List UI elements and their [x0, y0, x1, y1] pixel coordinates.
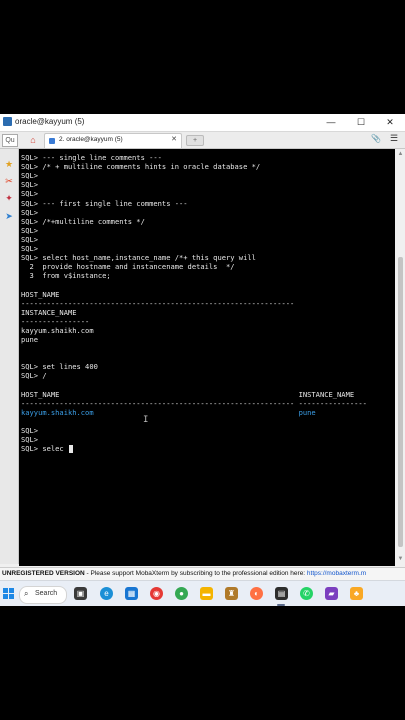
active-app-indicator [277, 604, 285, 606]
terminal-line: pune [21, 335, 39, 344]
quick-connect-input[interactable]: Qu [2, 134, 18, 147]
search-label: Search [35, 590, 58, 597]
terminal-line: SQL> --- single line comments --- [21, 153, 162, 162]
close-button[interactable]: ✕ [377, 115, 403, 130]
terminal-line: SQL> /*+multiline comments */ [21, 217, 145, 226]
chrome-icon[interactable]: ● [175, 587, 188, 600]
firefox-icon[interactable]: ◐ [250, 587, 263, 600]
terminal-line: SQL> [21, 208, 39, 217]
mouse-ibeam-icon: I [143, 415, 149, 425]
sftp-icon[interactable]: ➤ [4, 211, 14, 221]
store-icon[interactable]: ▦ [125, 587, 138, 600]
terminal-line: HOST_NAME INSTANCE_NAME [21, 390, 355, 399]
windows-start-icon[interactable] [3, 588, 15, 600]
mobaxterm-taskbar-icon[interactable]: ▤ [275, 587, 288, 600]
menu-icon[interactable]: ☰ [390, 133, 398, 144]
terminal-line: SQL> [21, 171, 39, 180]
terminal-line: SQL> [21, 226, 39, 235]
minimize-button[interactable]: — [318, 115, 344, 130]
terminal-line: SQL> [21, 244, 39, 253]
terminal-line: SQL> [21, 426, 39, 435]
terminal-area[interactable]: SQL> --- single line comments --- SQL> /… [19, 149, 395, 566]
terminal-line: SQL> /* + multiline comments hints in or… [21, 162, 261, 171]
status-message: UNREGISTERED VERSION - Please support Mo… [2, 569, 366, 579]
terminal-line: SQL> [21, 180, 39, 189]
terminal-line: kayyum.shaikh.com [21, 326, 94, 335]
mobaxterm-window: oracle@kayyum (5) — ☐ ✕ Qu ⌂ 2. oracle@k… [0, 114, 405, 606]
terminal-line: 3 from v$instance; [21, 271, 111, 280]
terminal-line: INSTANCE_NAME [21, 308, 77, 317]
maximize-button[interactable]: ☐ [348, 115, 374, 130]
edge-browser-icon[interactable]: e [100, 587, 113, 600]
windows-taskbar: ⌕ Search ▣ e ▦ ◉ ● ▬ ♜ ◐ ▤ ✆ ▰ ♣ [0, 580, 405, 606]
window-title: oracle@kayyum (5) [15, 117, 85, 126]
title-bar: oracle@kayyum (5) — ☐ ✕ [0, 114, 405, 132]
terminal-line: SQL> select host_name,instance_name /*+ … [21, 253, 256, 262]
tab-session-oracle[interactable]: 2. oracle@kayyum (5) ✕ [44, 133, 182, 148]
tab-label: 2. oracle@kayyum (5) [59, 136, 123, 143]
terminal-line: 2 provide hostname and instancename deta… [21, 262, 235, 271]
terminal-line: SQL> set lines 400 [21, 362, 98, 371]
terminal-line: ---------------- [21, 317, 90, 326]
taskbar-search-box[interactable]: ⌕ Search [19, 586, 67, 604]
terminal-line: ----------------------------------------… [21, 299, 295, 308]
terminal-line: SQL> [21, 235, 39, 244]
star-icon[interactable]: ★ [4, 159, 14, 169]
terminal-line: HOST_NAME [21, 290, 60, 299]
terminal-line: SQL> [21, 189, 39, 198]
search-icon: ⌕ [24, 589, 29, 598]
app-icon-yellow[interactable]: ♣ [350, 587, 363, 600]
macro-icon[interactable]: ✦ [4, 193, 14, 203]
terminal-line: kayyum.shaikh.com pune [21, 408, 316, 417]
text-cursor [69, 445, 73, 453]
file-explorer-icon[interactable]: ▬ [200, 587, 213, 600]
terminal-scrollbar[interactable]: ▲ ▼ [396, 149, 405, 566]
terminal-icon [49, 138, 55, 144]
left-sidebar: ★ ✂ ✦ ➤ [0, 149, 19, 564]
new-tab-button[interactable]: + [186, 135, 204, 146]
app-icon-red[interactable]: ◉ [150, 587, 163, 600]
subscribe-link[interactable]: https://mobaxterm.m [307, 570, 366, 577]
app-icon-purple[interactable]: ▰ [325, 587, 338, 600]
scroll-up-icon[interactable]: ▲ [397, 151, 404, 158]
support-message: - Please support MobaXterm by subscribin… [84, 570, 307, 577]
tools-icon[interactable]: ✂ [4, 176, 14, 186]
home-icon[interactable]: ⌂ [26, 134, 40, 146]
whatsapp-icon[interactable]: ✆ [300, 587, 313, 600]
mobaxterm-app-icon [3, 117, 12, 126]
terminal-line: SQL> --- first single line comments --- [21, 199, 188, 208]
tab-close-icon[interactable]: ✕ [171, 135, 177, 143]
status-bar: UNREGISTERED VERSION - Please support Mo… [0, 567, 405, 580]
terminal-line: ----------------------------------------… [21, 399, 367, 408]
scroll-down-icon[interactable]: ▼ [397, 556, 404, 563]
unregistered-label: UNREGISTERED VERSION [2, 570, 85, 577]
terminal-line: SQL> / [21, 371, 47, 380]
terminal-line: SQL> [21, 435, 39, 444]
task-view-icon[interactable]: ▣ [74, 587, 87, 600]
scroll-thumb[interactable] [398, 257, 403, 547]
session-tab-bar: Qu ⌂ 2. oracle@kayyum (5) ✕ + 📎 ☰ [0, 132, 405, 149]
attachment-icon[interactable]: 📎 [371, 134, 381, 143]
app-icon-brown[interactable]: ♜ [225, 587, 238, 600]
terminal-line: SQL> selec [21, 444, 64, 453]
